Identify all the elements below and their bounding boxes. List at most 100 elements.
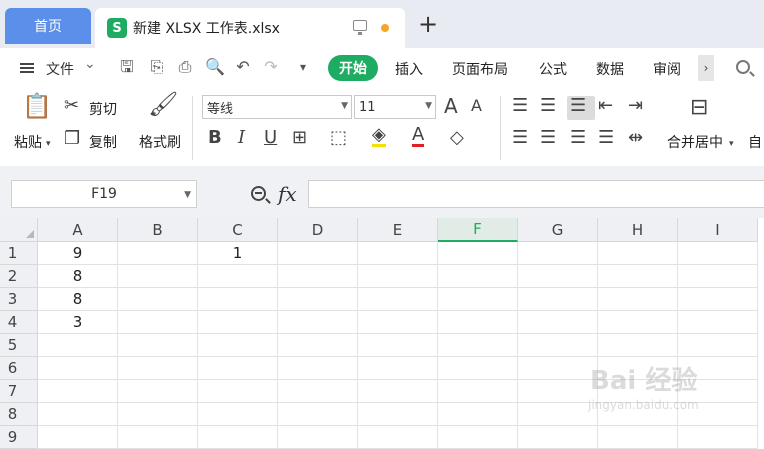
chevron-down-icon[interactable]: ▼ — [184, 190, 191, 200]
cell-e4[interactable] — [358, 311, 438, 334]
cell-f2[interactable] — [438, 265, 518, 288]
column-header-a[interactable]: A — [38, 218, 118, 242]
monitor-icon[interactable] — [353, 20, 367, 35]
cell-g8[interactable] — [518, 403, 598, 426]
cell-d3[interactable] — [278, 288, 358, 311]
justify-icon[interactable]: ☰ — [598, 128, 614, 148]
cell-a2[interactable]: 8 — [38, 265, 118, 288]
cell-b8[interactable] — [118, 403, 198, 426]
cell-e6[interactable] — [358, 357, 438, 380]
paste-dropdown-icon[interactable]: ▾ — [46, 134, 51, 154]
chevron-down-icon[interactable]: ⌄ — [84, 56, 96, 72]
redo-icon[interactable]: ↷ — [262, 58, 280, 76]
cell-g4[interactable] — [518, 311, 598, 334]
more-tabs-button[interactable]: › — [698, 55, 714, 81]
cell-d4[interactable] — [278, 311, 358, 334]
decrease-indent-icon[interactable]: ⇤ — [598, 96, 613, 116]
cell-h2[interactable] — [598, 265, 678, 288]
print-icon[interactable]: ⎙ — [176, 58, 194, 76]
new-tab-button[interactable]: + — [418, 12, 438, 36]
cell-h3[interactable] — [598, 288, 678, 311]
cell-a8[interactable] — [38, 403, 118, 426]
column-header-i[interactable]: I — [678, 218, 758, 242]
italic-button[interactable]: I — [238, 128, 245, 148]
cell-h1[interactable] — [598, 242, 678, 265]
row-header-8[interactable]: 8 — [0, 403, 38, 426]
align-bottom-icon[interactable]: ☰ — [570, 96, 586, 116]
tab-insert[interactable]: 插入 — [395, 59, 423, 79]
cell-e2[interactable] — [358, 265, 438, 288]
name-box[interactable]: F19 ▼ — [11, 180, 197, 208]
cell-c8[interactable] — [198, 403, 278, 426]
cell-g7[interactable] — [518, 380, 598, 403]
tab-home-ribbon[interactable]: 开始 — [328, 55, 378, 81]
cell-f6[interactable] — [438, 357, 518, 380]
zoom-out-icon[interactable] — [251, 186, 266, 201]
row-header-4[interactable]: 4 — [0, 311, 38, 334]
cell-i4[interactable] — [678, 311, 758, 334]
column-header-b[interactable]: B — [118, 218, 198, 242]
copy-button[interactable]: 复制 — [89, 132, 117, 152]
select-all-corner[interactable] — [0, 218, 38, 242]
cell-c3[interactable] — [198, 288, 278, 311]
customize-toolbar-icon[interactable]: ▾ — [294, 58, 312, 76]
tab-home[interactable]: 首页 — [5, 8, 91, 44]
cell-i3[interactable] — [678, 288, 758, 311]
cell-e1[interactable] — [358, 242, 438, 265]
cell-c1[interactable]: 1 — [198, 242, 278, 265]
auto-wrap-button[interactable]: 自 — [748, 132, 762, 152]
align-center-icon[interactable]: ☰ — [540, 128, 556, 148]
align-top-icon[interactable]: ☰ — [512, 96, 528, 116]
cell-g2[interactable] — [518, 265, 598, 288]
fill-style-icon[interactable]: ⬚ — [330, 128, 347, 148]
search-icon[interactable] — [736, 60, 750, 74]
cell-d8[interactable] — [278, 403, 358, 426]
cell-g5[interactable] — [518, 334, 598, 357]
row-header-7[interactable]: 7 — [0, 380, 38, 403]
bold-button[interactable]: B — [208, 128, 222, 148]
cell-e5[interactable] — [358, 334, 438, 357]
merge-center-icon[interactable]: ⊟ — [690, 97, 708, 119]
paste-icon[interactable]: 📋 — [22, 94, 52, 118]
cell-h4[interactable] — [598, 311, 678, 334]
column-header-e[interactable]: E — [358, 218, 438, 242]
merge-dropdown-icon[interactable]: ▾ — [729, 134, 734, 154]
save-icon[interactable]: 🖫 — [118, 58, 136, 76]
cell-a6[interactable] — [38, 357, 118, 380]
cell-i2[interactable] — [678, 265, 758, 288]
cell-g6[interactable] — [518, 357, 598, 380]
cell-b2[interactable] — [118, 265, 198, 288]
cell-g3[interactable] — [518, 288, 598, 311]
cell-b5[interactable] — [118, 334, 198, 357]
cell-b4[interactable] — [118, 311, 198, 334]
align-left-icon[interactable]: ☰ — [512, 128, 528, 148]
cell-c6[interactable] — [198, 357, 278, 380]
cell-c5[interactable] — [198, 334, 278, 357]
cell-f4[interactable] — [438, 311, 518, 334]
row-header-3[interactable]: 3 — [0, 288, 38, 311]
cell-e8[interactable] — [358, 403, 438, 426]
format-painter-button[interactable]: 格式刷 — [139, 132, 181, 152]
cut-button[interactable]: 剪切 — [89, 99, 117, 119]
increase-font-button[interactable]: A — [444, 96, 458, 116]
cell-f7[interactable] — [438, 380, 518, 403]
export-pdf-icon[interactable]: ⎘ — [148, 58, 166, 76]
tab-page-layout[interactable]: 页面布局 — [452, 59, 508, 79]
cell-d7[interactable] — [278, 380, 358, 403]
cell-f1[interactable] — [438, 242, 518, 265]
column-header-f[interactable]: F — [438, 218, 518, 242]
paste-button[interactable]: 粘贴 — [14, 132, 42, 152]
borders-icon[interactable]: ⊞ — [292, 128, 307, 148]
cell-b3[interactable] — [118, 288, 198, 311]
undo-icon[interactable]: ↶ — [234, 58, 252, 76]
tab-review[interactable]: 审阅 — [653, 59, 681, 79]
increase-indent-icon[interactable]: ⇥ — [628, 96, 643, 116]
cell-a3[interactable]: 8 — [38, 288, 118, 311]
align-right-icon[interactable]: ☰ — [570, 128, 586, 148]
copy-icon[interactable]: ❐ — [64, 129, 80, 149]
cut-icon[interactable]: ✂ — [64, 96, 79, 116]
underline-button[interactable]: U — [264, 128, 277, 148]
cell-d6[interactable] — [278, 357, 358, 380]
cell-b1[interactable] — [118, 242, 198, 265]
tab-formulas[interactable]: 公式 — [539, 59, 567, 79]
